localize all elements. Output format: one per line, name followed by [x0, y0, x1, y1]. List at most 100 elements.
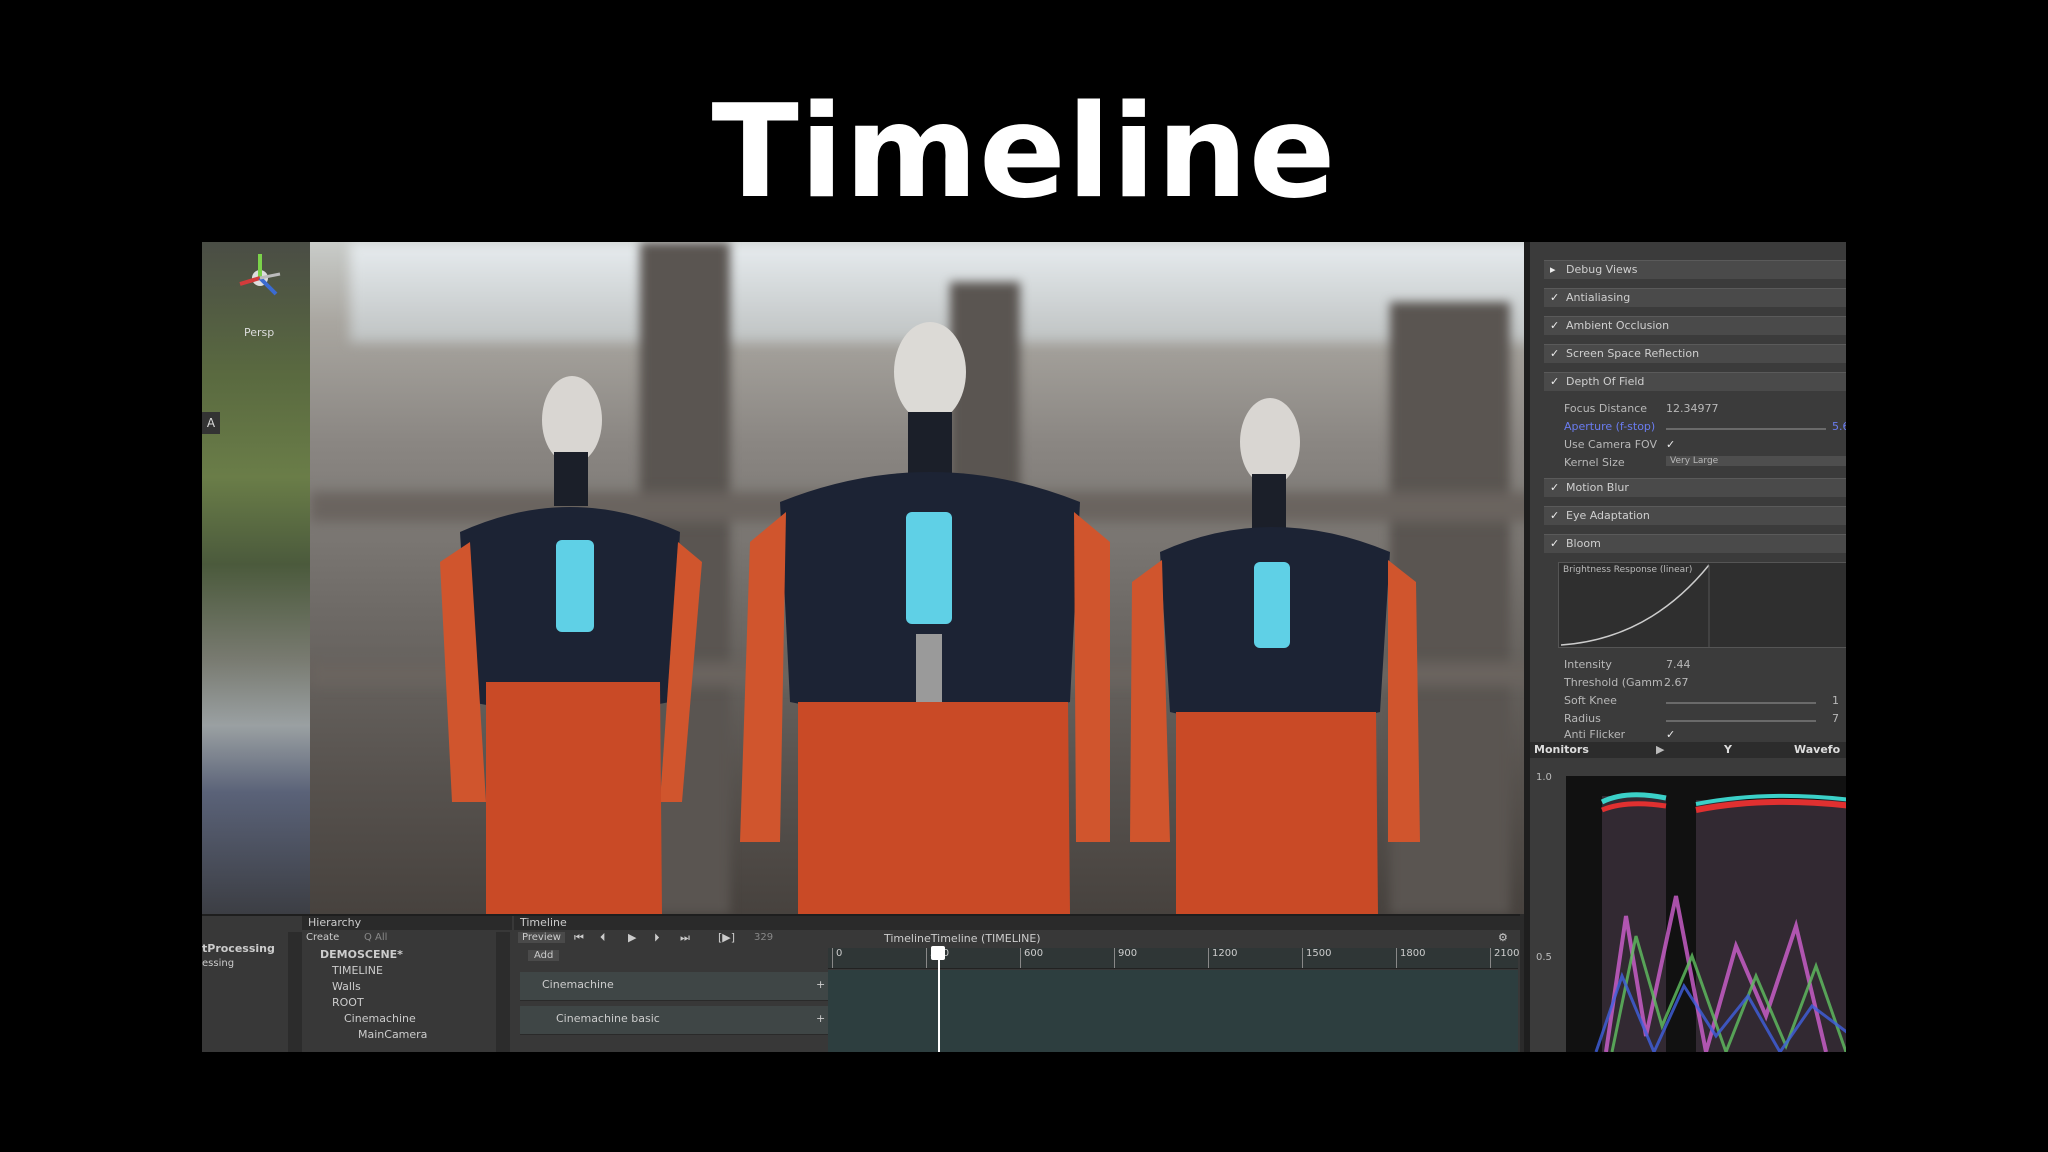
focus-distance-field[interactable]: 12.34977: [1666, 402, 1719, 415]
section-debug-views[interactable]: ▸ Debug Views: [1544, 260, 1846, 279]
play-icon[interactable]: ▶: [628, 931, 636, 944]
timeline-tracks-area[interactable]: [828, 970, 1518, 1052]
left-panel-title: tProcessing: [202, 942, 275, 955]
checkbox-checked-icon[interactable]: ✓: [1550, 535, 1562, 553]
timeline-tab[interactable]: Timeline: [520, 916, 567, 929]
track-cinemachine[interactable]: Cinemachine +: [520, 972, 838, 1001]
use-camera-fov-checkbox[interactable]: ✓: [1666, 438, 1675, 451]
expand-arrow-icon: ▸: [1550, 263, 1556, 276]
monitors-label: Monitors: [1534, 743, 1589, 756]
checkbox-checked-icon[interactable]: ✓: [1550, 479, 1562, 497]
scene-view[interactable]: Persp A: [202, 242, 310, 914]
aperture-value[interactable]: 5.6: [1832, 420, 1846, 433]
soft-knee-slider[interactable]: [1666, 702, 1816, 704]
waveform-axis-top: 1.0: [1536, 772, 1552, 783]
monitor-mode-dropdown[interactable]: Wavefo: [1794, 742, 1840, 758]
editor-screenshot: Persp A ▸ Debug Views ✓ Antialiasing ✓ A…: [202, 242, 1846, 1052]
ruler-tick-label: 2100: [1494, 948, 1520, 959]
ruler-tick: [1302, 948, 1303, 968]
channel-y-button[interactable]: Y: [1724, 742, 1732, 758]
track-cinemachine-basic[interactable]: Cinemachine basic +: [520, 1006, 838, 1035]
brightness-response-curve: Brightness Response (linear): [1558, 562, 1846, 648]
robot-right: [1130, 398, 1420, 914]
slide-title: Timeline: [711, 78, 1337, 227]
ruler-tick: [926, 948, 927, 968]
game-view[interactable]: [310, 242, 1720, 914]
goto-start-icon[interactable]: ⏮: [574, 931, 584, 945]
use-camera-fov-label: Use Camera FOV: [1564, 438, 1658, 451]
response-curve-line: [1560, 564, 1710, 647]
section-bloom[interactable]: ✓ Bloom: [1544, 534, 1846, 553]
kernel-size-dropdown[interactable]: Very Large: [1666, 456, 1846, 466]
robot-characters: [440, 322, 1420, 914]
hierarchy-search[interactable]: Q All: [364, 932, 387, 943]
hierarchy-item-root[interactable]: ROOT: [332, 996, 364, 1009]
threshold-field[interactable]: 2.67: [1664, 676, 1689, 689]
left-scrollbar[interactable]: [288, 932, 302, 1052]
checkbox-checked-icon[interactable]: ✓: [1550, 373, 1562, 391]
section-antialiasing[interactable]: ✓ Antialiasing: [1544, 288, 1846, 307]
section-eye-adaptation[interactable]: ✓ Eye Adaptation: [1544, 506, 1846, 525]
radius-label: Radius: [1564, 712, 1601, 725]
preview-button[interactable]: Preview: [518, 932, 565, 943]
settings-gear-icon[interactable]: ⚙: [1498, 931, 1508, 944]
intensity-label: Intensity: [1564, 658, 1612, 671]
goto-end-icon[interactable]: ⏭: [680, 931, 690, 945]
ruler-tick: [1020, 948, 1021, 968]
robot-left: [440, 376, 702, 914]
checkbox-checked-icon[interactable]: ✓: [1550, 345, 1562, 363]
scene-side-tab[interactable]: A: [202, 412, 220, 434]
section-ambient-occlusion[interactable]: ✓ Ambient Occlusion: [1544, 316, 1846, 335]
play-range-icon[interactable]: [▶]: [718, 931, 735, 944]
frame-field[interactable]: 329: [754, 932, 773, 943]
hierarchy-item-timeline[interactable]: TIMELINE: [332, 964, 383, 977]
section-motion-blur[interactable]: ✓ Motion Blur: [1544, 478, 1846, 497]
hierarchy-tabbar: Hierarchy: [302, 916, 512, 930]
ruler-tick-label: 1800: [1400, 948, 1426, 959]
radius-slider[interactable]: [1666, 720, 1816, 722]
ruler-tick-label: 1500: [1306, 948, 1332, 959]
playhead-handle[interactable]: [931, 946, 945, 960]
ruler-tick-label: 900: [1118, 948, 1138, 959]
checkbox-checked-icon[interactable]: ✓: [1550, 317, 1562, 335]
ruler-tick: [1208, 948, 1209, 968]
prev-frame-icon[interactable]: ⏴: [600, 931, 606, 945]
next-frame-icon[interactable]: ⏵: [654, 931, 660, 945]
soft-knee-value[interactable]: 1: [1832, 694, 1839, 707]
hierarchy-scrollbar[interactable]: [496, 932, 510, 1052]
create-dropdown[interactable]: Create: [306, 932, 339, 943]
projection-label: Persp: [244, 326, 275, 339]
ruler-tick-label: 600: [1024, 948, 1044, 959]
aperture-slider[interactable]: [1666, 428, 1826, 430]
checkbox-checked-icon[interactable]: ✓: [1550, 289, 1562, 307]
playhead-line[interactable]: [938, 946, 940, 1052]
anti-flicker-checkbox[interactable]: ✓: [1666, 728, 1675, 740]
hierarchy-tab[interactable]: Hierarchy: [308, 916, 361, 929]
post-processing-inspector: ▸ Debug Views ✓ Antialiasing ✓ Ambient Occl…: [1524, 242, 1846, 1052]
hierarchy-item-demoscene[interactable]: DEMOSCENE*: [320, 948, 403, 961]
hierarchy-item-walls[interactable]: Walls: [332, 980, 361, 993]
bottom-panels: tProcessing essing Hierarchy Create Q Al…: [202, 914, 1520, 1052]
ruler-tick: [832, 948, 833, 968]
checkbox-checked-icon[interactable]: ✓: [1550, 507, 1562, 525]
scene-gizmo-icon[interactable]: [232, 250, 288, 306]
track-label: Cinemachine: [542, 978, 614, 991]
soft-knee-label: Soft Knee: [1564, 694, 1617, 707]
add-clip-icon[interactable]: +: [816, 978, 825, 991]
robot-middle: [740, 322, 1110, 914]
timeline-tabbar: Timeline: [514, 916, 1520, 930]
section-ssr[interactable]: ✓ Screen Space Reflection: [1544, 344, 1846, 363]
add-clip-icon[interactable]: +: [816, 1012, 825, 1025]
focus-distance-label: Focus Distance: [1564, 402, 1648, 415]
timeline-asset-title: TimelineTimeline (TIMELINE): [884, 932, 1041, 945]
hierarchy-item-cinemachine[interactable]: Cinemachine: [344, 1012, 416, 1025]
add-track-button[interactable]: Add: [528, 950, 560, 961]
section-depth-of-field[interactable]: ✓ Depth Of Field: [1544, 372, 1846, 391]
play-monitor-icon[interactable]: ▶: [1656, 742, 1664, 758]
ruler-tick: [1396, 948, 1397, 968]
intensity-field[interactable]: 7.44: [1666, 658, 1691, 671]
radius-value[interactable]: 7: [1832, 712, 1839, 725]
hierarchy-item-maincamera[interactable]: MainCamera: [358, 1028, 427, 1041]
waveform-monitor: [1566, 776, 1846, 1052]
waveform-axis-mid: 0.5: [1536, 952, 1552, 963]
